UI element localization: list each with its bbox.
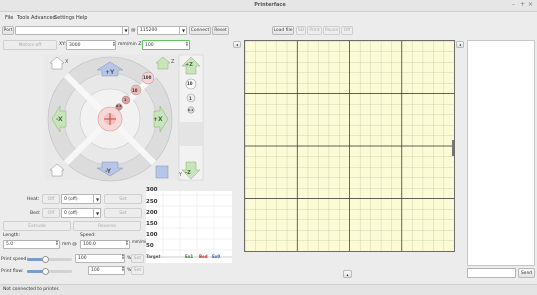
length-input[interactable]: 5.0 xyxy=(3,240,60,249)
maximize-button[interactable]: + xyxy=(520,1,525,8)
splitter-handle[interactable] xyxy=(452,140,454,156)
home-y-label: Y xyxy=(179,172,183,178)
z-label: mm/min Z: xyxy=(118,42,143,47)
collapse-left-icon[interactable]: ◂ xyxy=(233,41,241,48)
home-x-label: X xyxy=(65,59,69,65)
print-flow-slider-track[interactable] xyxy=(27,268,72,275)
z-step-01-label[interactable]: 0.1 xyxy=(188,108,193,112)
menu-settings[interactable]: Settings xyxy=(54,15,75,21)
z-spin-icon[interactable]: ▲ ▼ xyxy=(185,41,189,47)
print-flow-slider-handle[interactable] xyxy=(42,268,49,275)
print-flow-set-button[interactable]: Set xyxy=(131,266,144,275)
status-text: Not connected to printer. xyxy=(3,287,60,292)
baud-dropdown-icon[interactable]: ▼ xyxy=(179,27,187,34)
print-button[interactable]: Print xyxy=(307,26,322,35)
heat-set-button[interactable]: Set xyxy=(104,194,142,204)
console-log[interactable] xyxy=(467,40,535,266)
console-input[interactable] xyxy=(467,268,516,278)
collapse-right-icon[interactable]: ◂ xyxy=(456,41,464,48)
legend-bed: Bed xyxy=(199,254,208,259)
menu-help[interactable]: Help xyxy=(76,15,87,21)
plus-x-label: +X xyxy=(153,116,163,123)
step-10-label[interactable]: 10 xyxy=(132,88,138,93)
port-input[interactable] xyxy=(15,26,129,35)
length-spin-icon[interactable]: ▲ ▼ xyxy=(55,240,59,246)
temp-tick-100: 100 xyxy=(146,232,158,238)
plus-z-label: +Z xyxy=(185,62,193,68)
motors-off-button[interactable]: Motors off xyxy=(3,40,57,50)
load-file-button[interactable]: Load file xyxy=(272,26,294,35)
heat-label: Heat: xyxy=(27,197,40,202)
length-label: Length: xyxy=(3,233,21,238)
print-flow-spin-icon[interactable]: ▲ ▼ xyxy=(121,266,125,272)
speed-input[interactable]: 100.0 xyxy=(80,240,130,249)
extrude-button[interactable]: Extrude xyxy=(3,221,71,231)
temp-tick-200: 200 xyxy=(146,210,158,216)
temp-tick-250: 250 xyxy=(146,199,158,205)
xy-spin-icon[interactable]: ▲ ▼ xyxy=(112,41,116,47)
baud-at-label: @ xyxy=(131,28,136,33)
print-speed-input[interactable]: 100 xyxy=(75,254,125,263)
z-feedrate-input[interactable]: 100 xyxy=(142,40,190,50)
print-bed-preview[interactable] xyxy=(244,40,455,252)
step-01-label[interactable]: 0.1 xyxy=(116,104,121,108)
print-speed-slider-track[interactable] xyxy=(27,256,72,263)
plus-y-label: +Y xyxy=(105,69,115,76)
step-100-label[interactable]: 100 xyxy=(143,75,151,80)
temp-tick-300: 300 xyxy=(146,187,158,193)
minimize-button[interactable]: – xyxy=(512,1,515,8)
print-flow-input[interactable]: 100 xyxy=(88,266,125,275)
minus-z-label: -Z xyxy=(185,170,191,176)
menu-file[interactable]: File xyxy=(5,15,13,21)
print-speed-label: Print speed: xyxy=(1,257,28,262)
legend-ex1: Ex1 xyxy=(185,254,194,259)
temp-tick-150: 150 xyxy=(146,221,158,227)
print-speed-set-button[interactable]: Set xyxy=(131,254,144,263)
home-y-icon xyxy=(155,165,169,179)
bed-label: Bed: xyxy=(30,211,41,216)
minus-y-label: -Y xyxy=(105,168,111,175)
print-speed-spin-icon[interactable]: ▲ ▼ xyxy=(121,254,125,260)
print-flow-label: Print flow: xyxy=(1,269,24,274)
layer-up-icon[interactable]: ▴ xyxy=(343,270,352,278)
xy-feedrate-input[interactable]: 3000 xyxy=(66,40,116,50)
home-z-label: Z xyxy=(171,59,175,65)
bed-off-button[interactable]: Off xyxy=(42,208,60,218)
legend-target: Target xyxy=(146,254,161,259)
menu-advanced[interactable]: Advanced xyxy=(31,15,56,21)
reset-button[interactable]: Reset xyxy=(212,26,229,35)
heat-dropdown-icon[interactable]: ▼ xyxy=(93,195,101,203)
z-step-10-label[interactable]: 10 xyxy=(187,81,193,86)
print-speed-slider-handle[interactable] xyxy=(42,256,49,263)
speed-label: Speed: xyxy=(80,233,96,238)
z-step-1-label[interactable]: 1 xyxy=(189,96,192,101)
off-button[interactable]: Off xyxy=(341,26,353,35)
temp-tick-50: 50 xyxy=(146,243,154,249)
pause-button[interactable]: Pause xyxy=(323,26,340,35)
connect-button[interactable]: Connect xyxy=(189,26,211,35)
step-1-label[interactable]: 1 xyxy=(124,98,126,102)
sd-button[interactable]: SD xyxy=(296,26,306,35)
menu-tools[interactable]: Tools xyxy=(17,15,29,21)
legend-ex0: Ex0 xyxy=(212,254,221,259)
bed-set-button[interactable]: Set xyxy=(104,208,142,218)
length-unit-label: mm @ xyxy=(62,242,77,247)
heat-off-button[interactable]: Off xyxy=(42,194,60,204)
window-title: Printerface xyxy=(254,2,286,8)
xy-label: XY: xyxy=(59,42,66,47)
send-button[interactable]: Send xyxy=(518,268,535,278)
status-bar xyxy=(0,284,537,295)
port-button[interactable]: Port xyxy=(2,26,14,35)
minus-x-label: -X xyxy=(56,116,63,123)
temperature-graph xyxy=(146,191,232,263)
speed-unit-label: mm/min xyxy=(132,239,149,244)
reverse-button[interactable]: Reverse xyxy=(73,221,141,231)
bed-dropdown-icon[interactable]: ▼ xyxy=(93,209,101,217)
close-button[interactable]: × xyxy=(528,1,533,8)
port-dropdown-icon[interactable]: ▼ xyxy=(122,27,129,34)
speed-spin-icon[interactable]: ▲ ▼ xyxy=(125,240,129,246)
